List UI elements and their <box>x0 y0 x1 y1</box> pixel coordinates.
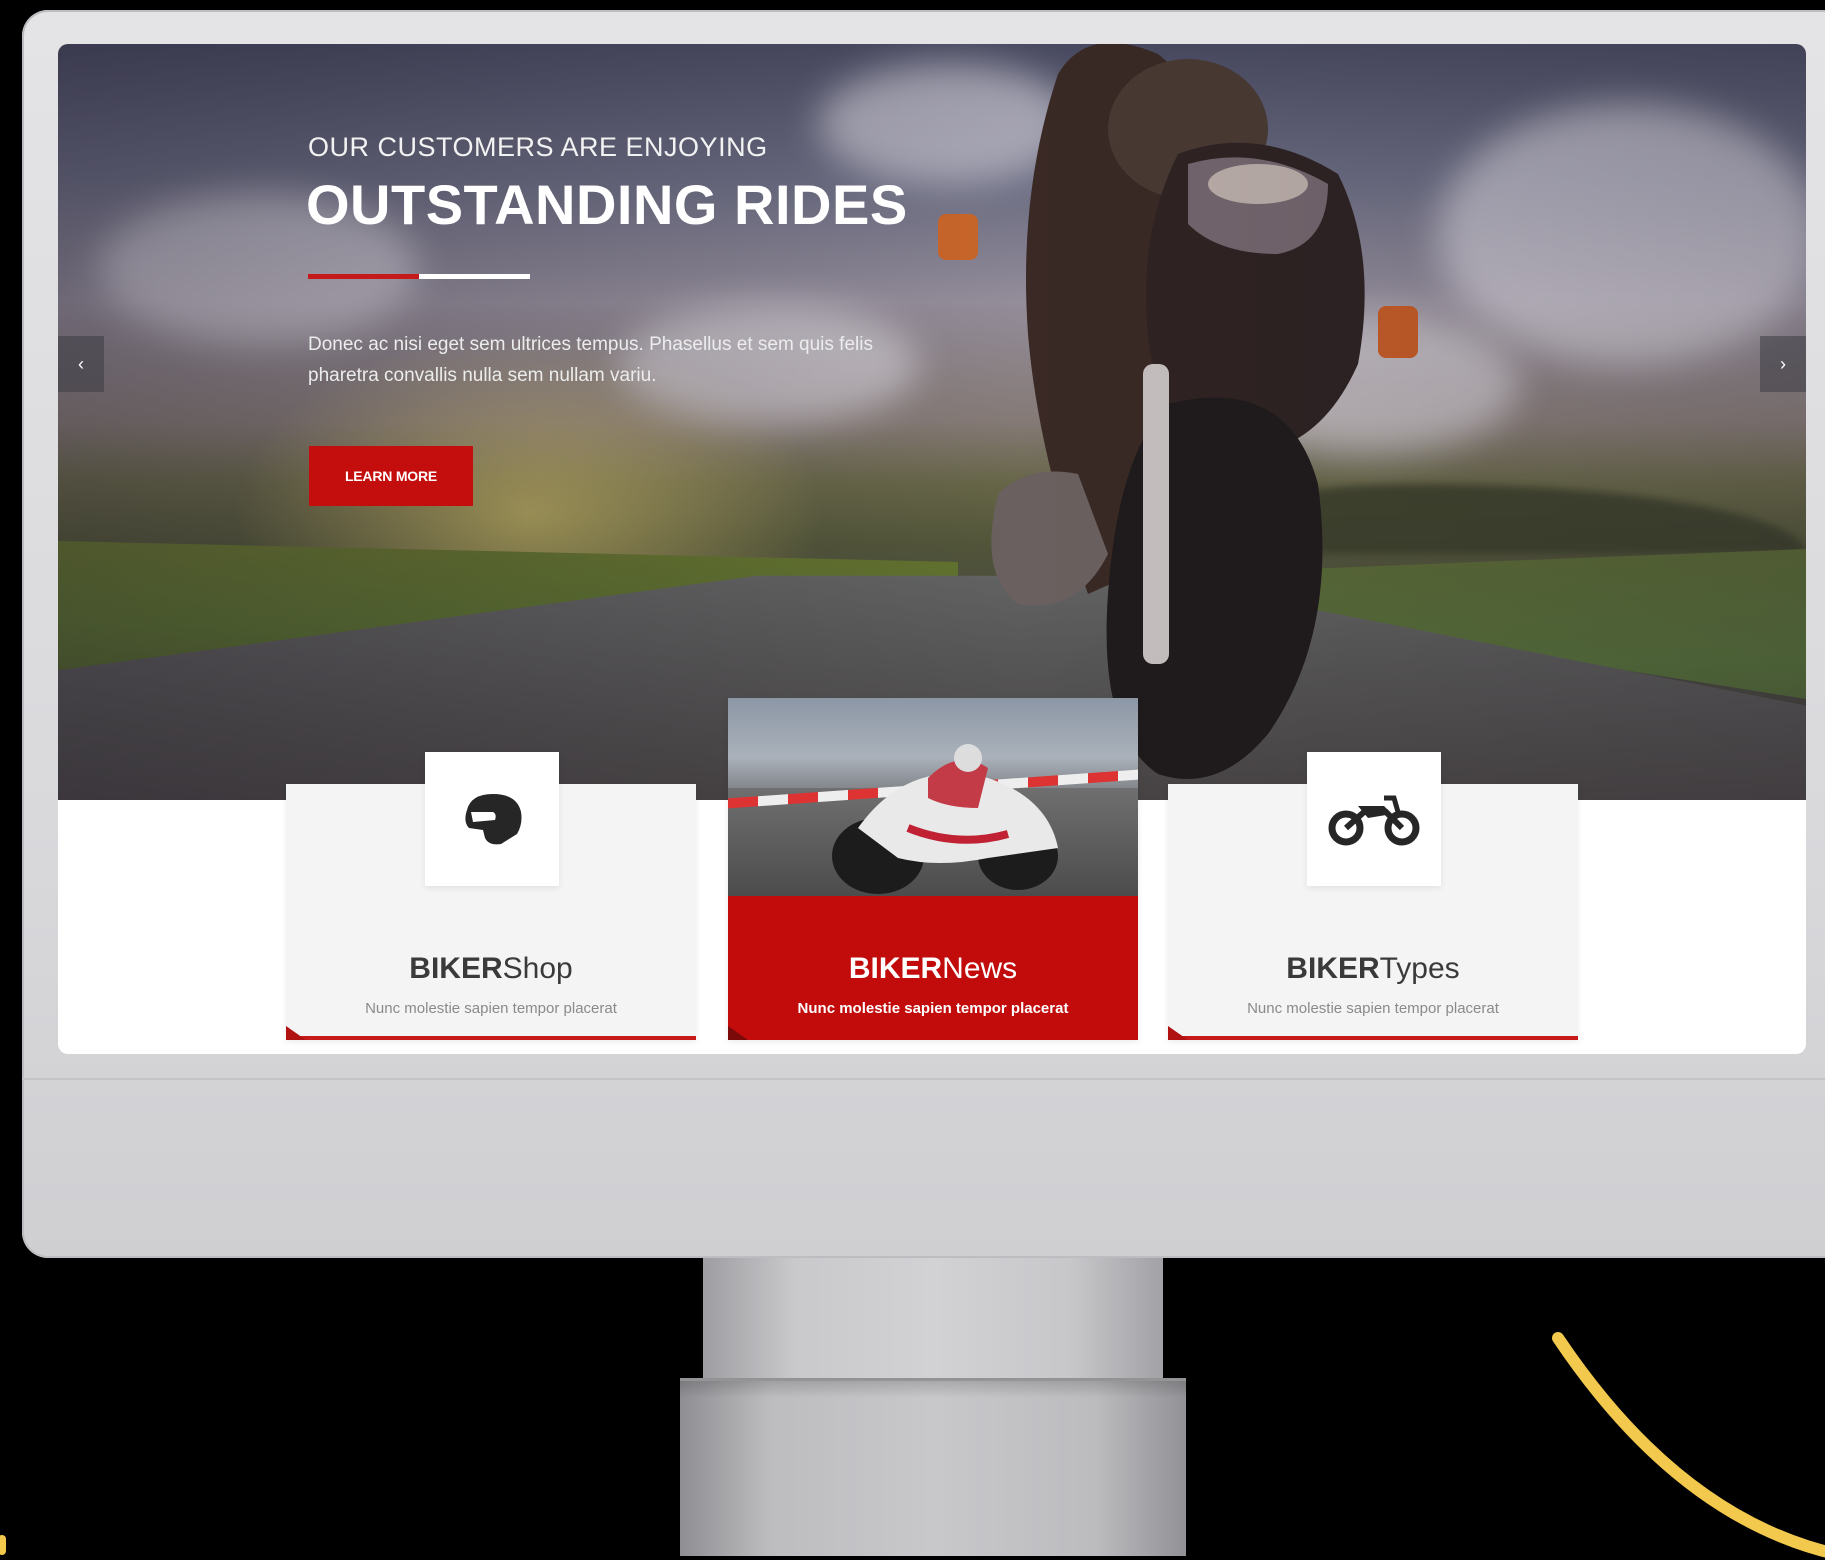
feature-title: BIKERNews <box>848 952 1018 985</box>
slider-next-button[interactable]: › <box>1760 336 1806 392</box>
decorative-yellow-dot <box>0 1535 6 1555</box>
monitor-stand-base <box>680 1378 1186 1556</box>
feature-subtitle: Nunc molestie sapien tempor placerat <box>365 1000 617 1017</box>
card-corner-accent <box>1168 1026 1188 1040</box>
hero-title: OUTSTANDING RIDES <box>306 173 908 236</box>
chevron-right-icon: › <box>1780 353 1786 374</box>
feature-card-news[interactable]: BIKERNews Nunc molestie sapien tempor pl… <box>728 698 1138 1040</box>
motorbike-icon <box>1328 795 1420 846</box>
hero-slider: OUR CUSTOMERS ARE ENJOYING OUTSTANDING R… <box>58 44 1806 800</box>
feature-title: BIKERShop <box>409 952 573 985</box>
screen: OUR CUSTOMERS ARE ENJOYING OUTSTANDING R… <box>58 44 1806 1054</box>
card-corner-accent <box>286 1026 306 1040</box>
motorcycle-photo <box>728 698 1138 896</box>
helmet-icon <box>465 794 522 845</box>
monitor-stand-neck <box>703 1258 1163 1378</box>
slider-prev-button[interactable]: ‹ <box>58 336 104 392</box>
monitor-stand-shadow <box>680 1378 1186 1398</box>
card-accent-line <box>1168 1036 1578 1040</box>
hero-overline: OUR CUSTOMERS ARE ENJOYING <box>308 132 768 162</box>
monitor-chin-divider <box>22 1078 1825 1080</box>
decorative-yellow-arc <box>1552 1332 1825 1558</box>
hero-description: Donec ac nisi eget sem ultrices tempus. … <box>308 334 873 386</box>
feature-icon-box <box>425 752 559 886</box>
feature-card-shop[interactable]: BIKERShop Nunc molestie sapien tempor pl… <box>286 752 696 1040</box>
learn-more-button[interactable]: LEARN MORE <box>309 446 473 506</box>
feature-subtitle: Nunc molestie sapien tempor placerat <box>797 1000 1069 1017</box>
feature-subtitle: Nunc molestie sapien tempor placerat <box>1247 1000 1499 1017</box>
card-accent-line <box>286 1036 696 1040</box>
chevron-left-icon: ‹ <box>78 353 84 374</box>
feature-icon-box <box>1307 752 1441 886</box>
feature-title: BIKERTypes <box>1286 952 1460 985</box>
hero-divider <box>308 274 530 279</box>
feature-card-types[interactable]: BIKERTypes Nunc molestie sapien tempor p… <box>1168 752 1578 1040</box>
card-corner-accent <box>728 1026 748 1040</box>
